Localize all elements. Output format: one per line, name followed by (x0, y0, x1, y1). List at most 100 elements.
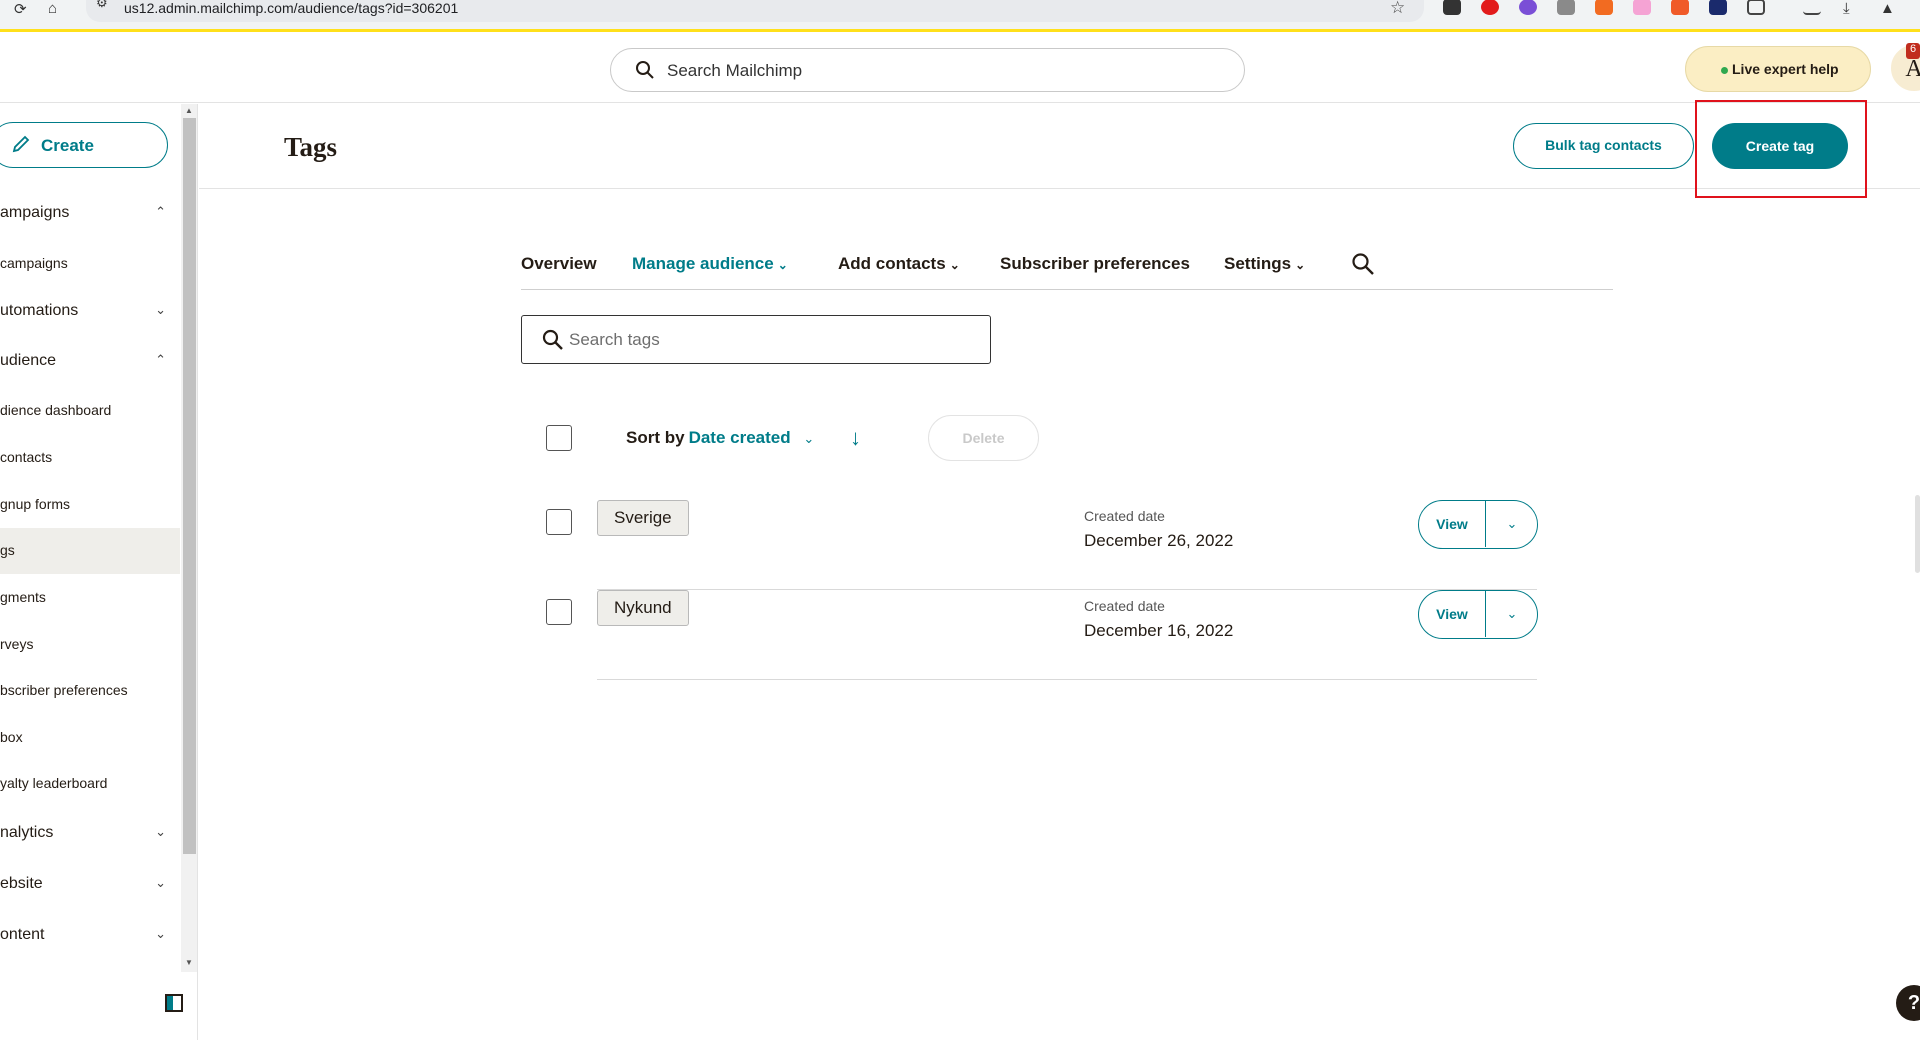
sort-direction-arrow-icon[interactable]: ↓ (850, 425, 861, 451)
sidebar-item-label: ontent (0, 926, 45, 943)
view-button-group: View ⌄ (1418, 590, 1538, 639)
extension-icon[interactable] (1709, 0, 1727, 15)
app-topbar: Search Mailchimp Live expert help A 6 (0, 35, 1920, 103)
table-row: Nykund Created date December 16, 2022 Vi… (597, 590, 1538, 680)
sidebar-item-segments[interactable]: gments (0, 589, 180, 609)
sort-value: Date created (688, 428, 791, 447)
extensions-puzzle-icon[interactable] (1747, 0, 1765, 15)
search-placeholder: Search Mailchimp (667, 61, 803, 80)
sidebar-scrollbar[interactable]: ▲ ▼ (181, 104, 197, 972)
page-scrollbar[interactable] (1915, 495, 1920, 573)
sort-by-dropdown[interactable]: Sort by Date created ⌄ (626, 428, 814, 448)
sidebar-item-all-campaigns[interactable]: campaigns (0, 255, 180, 275)
sidebar-collapse-icon[interactable] (165, 994, 183, 1012)
help-button[interactable]: ? (1896, 985, 1920, 1021)
search-tags-placeholder: Search tags (569, 330, 660, 349)
sidebar-item-audience-dashboard[interactable]: dience dashboard (0, 402, 180, 422)
browser-toolbar: ⟳ ⌂ ⚙ us12.admin.mailchimp.com/audience/… (0, 0, 1920, 32)
home-icon[interactable]: ⌂ (48, 0, 57, 17)
sidebar-item-label: gs (0, 542, 15, 558)
live-help-label: Live expert help (1732, 61, 1839, 77)
view-button[interactable]: View (1419, 501, 1486, 547)
sidebar-item-signup-forms[interactable]: gnup forms (0, 496, 180, 516)
scroll-down-icon[interactable]: ▼ (185, 958, 193, 967)
tab-manage-audience[interactable]: Manage audience ⌄ (632, 254, 788, 274)
created-date-label: Created date (1084, 508, 1165, 524)
tab-overview[interactable]: Overview (521, 254, 597, 274)
view-button[interactable]: View (1419, 591, 1486, 637)
sidebar-item-tags[interactable]: gs (0, 542, 180, 562)
chevron-down-icon: ⌄ (1295, 258, 1306, 272)
chevron-down-icon: ⌄ (777, 258, 788, 272)
download-icon[interactable]: ⤓ (1843, 0, 1850, 17)
sidebar-item-label: campaigns (0, 255, 68, 271)
sidebar: Create ampaigns ⌃ campaigns utomations ⌄… (0, 104, 198, 1040)
scrollbar-thumb[interactable] (183, 118, 196, 854)
create-button[interactable]: Create (0, 122, 168, 168)
sidebar-item-label: nalytics (0, 824, 54, 841)
tab-add-contacts[interactable]: Add contacts ⌄ (838, 254, 960, 274)
sidebar-item-subscriber-preferences[interactable]: bscriber preferences (0, 682, 180, 702)
sidebar-item-content[interactable]: ontent ⌄ (0, 926, 180, 948)
sidebar-item-label: gments (0, 589, 46, 605)
sidebar-item-label: box (0, 729, 23, 745)
sidebar-item-label: bscriber preferences (0, 682, 128, 698)
sidebar-item-inbox[interactable]: box (0, 729, 180, 749)
sidebar-item-label: utomations (0, 302, 79, 319)
extension-icon[interactable] (1595, 0, 1613, 15)
sidebar-item-surveys[interactable]: rveys (0, 636, 180, 656)
audience-tabs: Overview Manage audience ⌄ Add contacts ⌄ … (521, 244, 1613, 290)
tab-subscriber-preferences[interactable]: Subscriber preferences (1000, 254, 1190, 274)
sidebar-item-label: contacts (0, 449, 53, 465)
created-date-value: December 26, 2022 (1084, 531, 1234, 550)
url-text[interactable]: us12.admin.mailchimp.com/audience/tags?i… (124, 0, 458, 16)
search-icon[interactable] (1351, 252, 1375, 276)
sidebar-item-audience[interactable]: udience ⌃ (0, 352, 180, 374)
bookmark-star-icon[interactable]: ☆ (1390, 0, 1405, 18)
chevron-up-icon: ⌃ (155, 204, 166, 219)
search-tags-input[interactable]: Search tags (521, 315, 991, 364)
tag-chip[interactable]: Nykund (597, 590, 689, 626)
select-all-checkbox[interactable] (546, 425, 572, 451)
extension-icon[interactable] (1671, 0, 1689, 15)
sidebar-item-analytics[interactable]: nalytics ⌄ (0, 824, 180, 846)
site-info-icon[interactable]: ⚙ (96, 0, 108, 11)
extension-icon[interactable] (1557, 0, 1575, 15)
extension-icon[interactable] (1633, 0, 1651, 15)
scroll-up-icon[interactable]: ▲ (185, 106, 193, 115)
chevron-down-icon[interactable]: ⌄ (1487, 591, 1537, 637)
view-button-group: View ⌄ (1418, 500, 1538, 549)
sidebar-item-website[interactable]: ebsite ⌄ (0, 875, 180, 897)
sidebar-item-label: rveys (0, 636, 34, 652)
reload-icon[interactable]: ⟳ (14, 0, 27, 18)
chevron-down-icon[interactable]: ⌄ (1487, 501, 1537, 547)
extension-icon[interactable] (1443, 0, 1461, 15)
delete-button[interactable]: Delete (928, 415, 1039, 461)
page-title: Tags (284, 132, 338, 162)
chevron-down-icon: ⌄ (949, 258, 960, 272)
tag-chip[interactable]: Sverige (597, 500, 689, 536)
sort-prefix: Sort by (626, 428, 685, 447)
reading-list-icon[interactable] (1803, 0, 1821, 15)
sidebar-item-all-contacts[interactable]: contacts (0, 449, 180, 469)
tab-settings[interactable]: Settings ⌄ (1224, 254, 1305, 274)
sidebar-item-label: ampaigns (0, 204, 70, 221)
global-search-input[interactable]: Search Mailchimp (610, 48, 1245, 92)
sidebar-item-label: udience (0, 352, 57, 369)
search-icon (636, 61, 654, 79)
bulk-tag-contacts-button[interactable]: Bulk tag contacts (1513, 123, 1694, 169)
chevron-down-icon: ⌄ (155, 926, 166, 941)
search-icon (542, 329, 563, 350)
row-checkbox[interactable] (546, 509, 572, 535)
status-dot-icon (1721, 67, 1728, 74)
extension-icon[interactable] (1481, 0, 1499, 15)
row-checkbox[interactable] (546, 599, 572, 625)
sidebar-item-automations[interactable]: utomations ⌄ (0, 302, 180, 324)
profile-icon[interactable]: ▲ (1880, 0, 1895, 17)
extension-icon[interactable] (1519, 0, 1537, 15)
live-expert-help-button[interactable]: Live expert help (1685, 46, 1871, 92)
chevron-down-icon: ⌄ (155, 875, 166, 890)
chevron-down-icon: ⌄ (155, 302, 166, 317)
sidebar-item-loyalty-leaderboard[interactable]: yalty leaderboard (0, 775, 180, 795)
sidebar-item-campaigns[interactable]: ampaigns ⌃ (0, 204, 180, 226)
